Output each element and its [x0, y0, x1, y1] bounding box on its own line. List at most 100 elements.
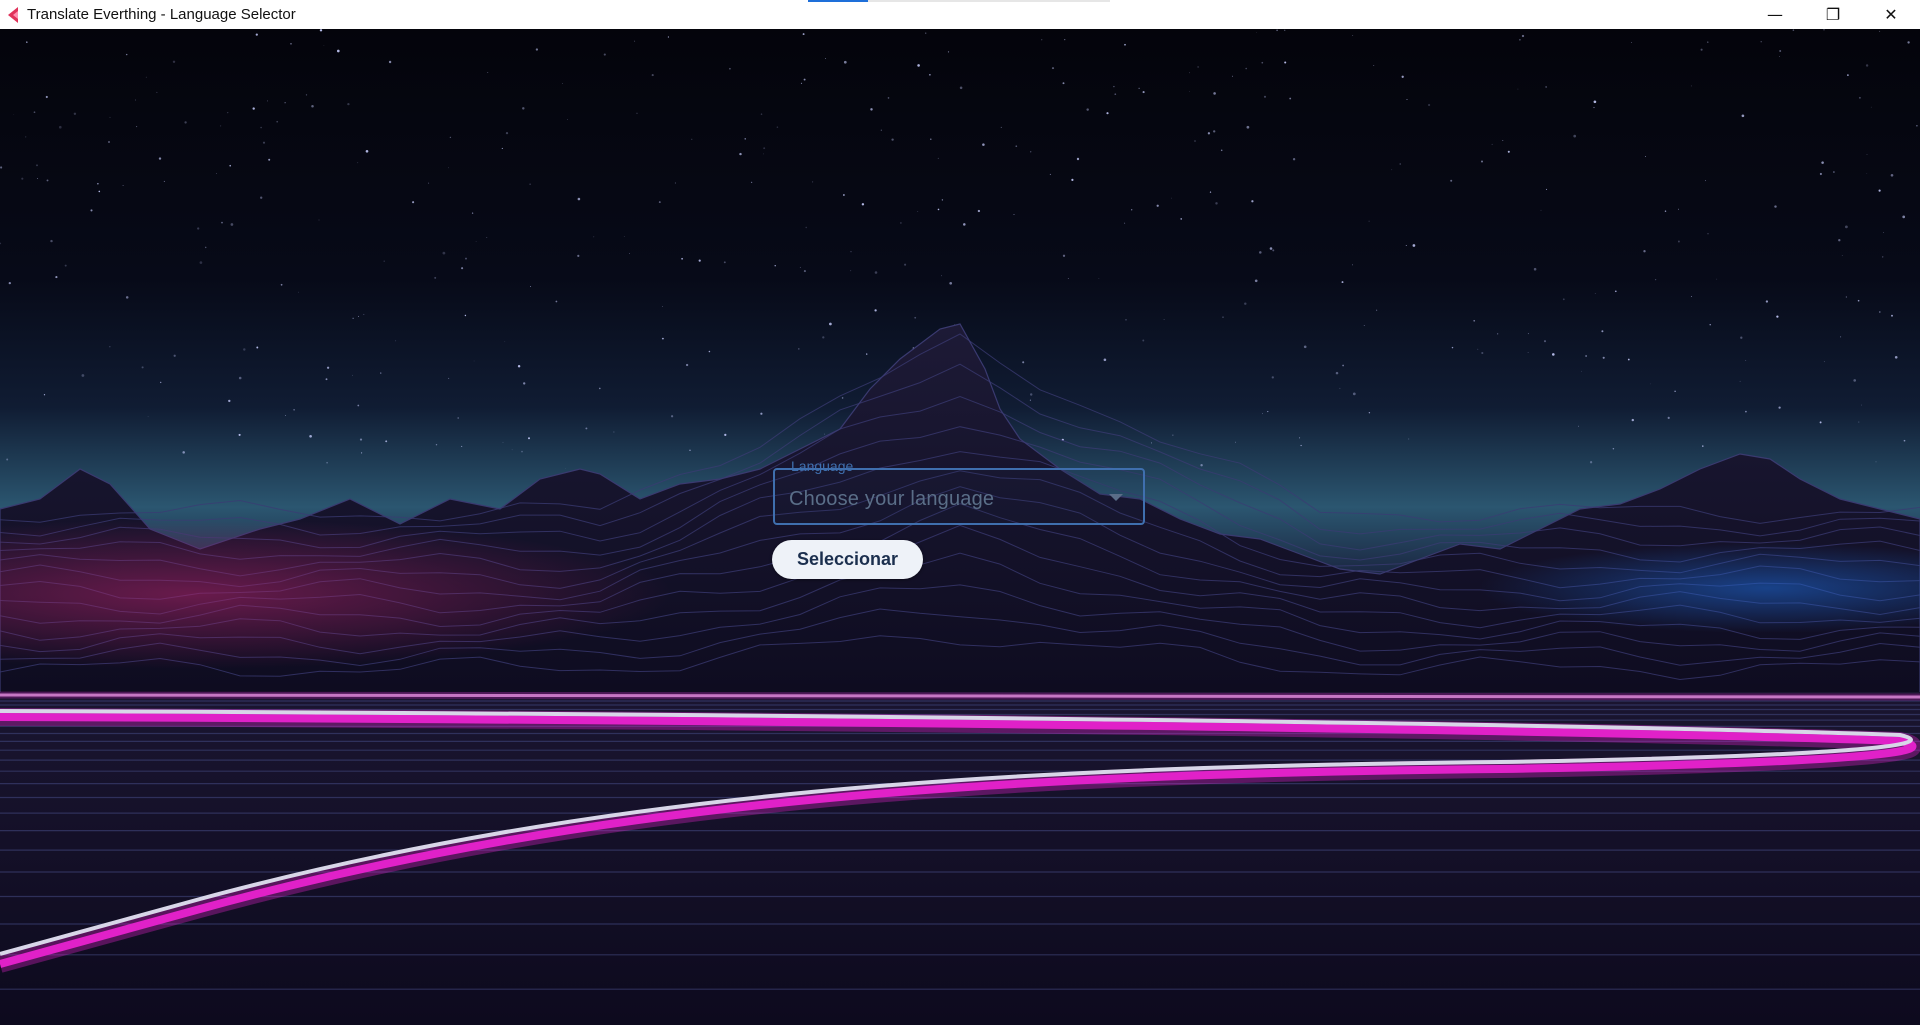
star [861, 203, 865, 206]
star [1412, 244, 1416, 247]
star [311, 104, 314, 108]
star [141, 366, 144, 369]
maximize-button[interactable]: ❐ [1804, 0, 1862, 29]
star [1866, 154, 1868, 156]
star [1180, 218, 1183, 220]
star [1363, 325, 1365, 326]
star [800, 82, 803, 84]
star [1171, 197, 1172, 199]
star [1645, 155, 1646, 157]
star [336, 49, 340, 53]
star [125, 53, 128, 56]
star [1631, 418, 1634, 422]
star [825, 58, 826, 60]
star [1124, 222, 1126, 224]
select-button[interactable]: Seleccionar [772, 540, 923, 579]
star [698, 259, 701, 262]
star [1142, 91, 1145, 94]
star [577, 197, 581, 201]
star [651, 74, 654, 77]
star [530, 286, 532, 288]
star [501, 147, 503, 149]
star [59, 125, 62, 129]
star [487, 72, 489, 73]
star [1062, 254, 1066, 257]
star [1858, 96, 1861, 99]
star [1373, 65, 1375, 66]
star [1776, 315, 1779, 318]
star [1256, 32, 1257, 33]
star [1015, 145, 1018, 148]
star [1774, 205, 1777, 208]
star [135, 99, 136, 101]
star [1022, 361, 1025, 364]
star [1882, 256, 1884, 258]
star [230, 223, 234, 226]
window-title: Translate Everthing - Language Selector [27, 6, 296, 23]
language-select[interactable]: Language Choose your language [773, 458, 1145, 525]
star [1853, 379, 1857, 382]
close-button[interactable]: ✕ [1862, 0, 1920, 29]
star [97, 183, 99, 185]
star [529, 183, 531, 185]
star [1545, 86, 1547, 88]
star [388, 60, 392, 64]
star [1391, 169, 1393, 171]
star [1215, 202, 1218, 205]
star [959, 86, 963, 90]
star [917, 64, 920, 67]
star [505, 131, 509, 135]
star [412, 201, 415, 204]
star [228, 399, 231, 403]
star [1049, 173, 1051, 175]
title-bar[interactable]: Translate Everthing - Language Selector … [0, 0, 1920, 29]
star [357, 315, 360, 317]
star [947, 51, 950, 53]
star [1517, 88, 1519, 90]
star [0, 166, 3, 169]
star [122, 184, 124, 187]
star [1664, 210, 1667, 212]
star [874, 271, 878, 274]
star [1654, 278, 1657, 281]
language-field-label: Language [791, 458, 854, 474]
star [1064, 38, 1066, 41]
star [1401, 75, 1404, 78]
star [1866, 173, 1868, 174]
star [1339, 387, 1341, 389]
star [1213, 130, 1216, 133]
star [1251, 200, 1254, 203]
star [136, 126, 138, 128]
star [256, 346, 259, 349]
star [1029, 399, 1031, 401]
star [1051, 67, 1055, 70]
star [803, 78, 806, 81]
star [562, 82, 563, 84]
star [156, 91, 158, 93]
star [449, 136, 452, 139]
star [1352, 392, 1356, 396]
star [1284, 61, 1287, 64]
star [347, 102, 350, 106]
star [1213, 92, 1216, 95]
star [1578, 425, 1579, 427]
star [1845, 225, 1848, 229]
star [1741, 114, 1745, 118]
minimize-button[interactable]: — [1746, 0, 1804, 29]
chevron-down-icon[interactable] [1109, 494, 1123, 501]
star [1745, 410, 1747, 413]
star [227, 111, 229, 114]
star [1399, 163, 1401, 165]
star [577, 254, 580, 257]
star [1540, 209, 1542, 211]
star [739, 152, 742, 156]
star [1131, 209, 1133, 211]
star [1209, 191, 1212, 193]
star [929, 73, 931, 76]
star [428, 182, 430, 184]
star [1013, 214, 1015, 215]
star [1428, 103, 1431, 107]
star [522, 107, 525, 110]
star [1858, 421, 1860, 423]
star [1507, 150, 1510, 153]
